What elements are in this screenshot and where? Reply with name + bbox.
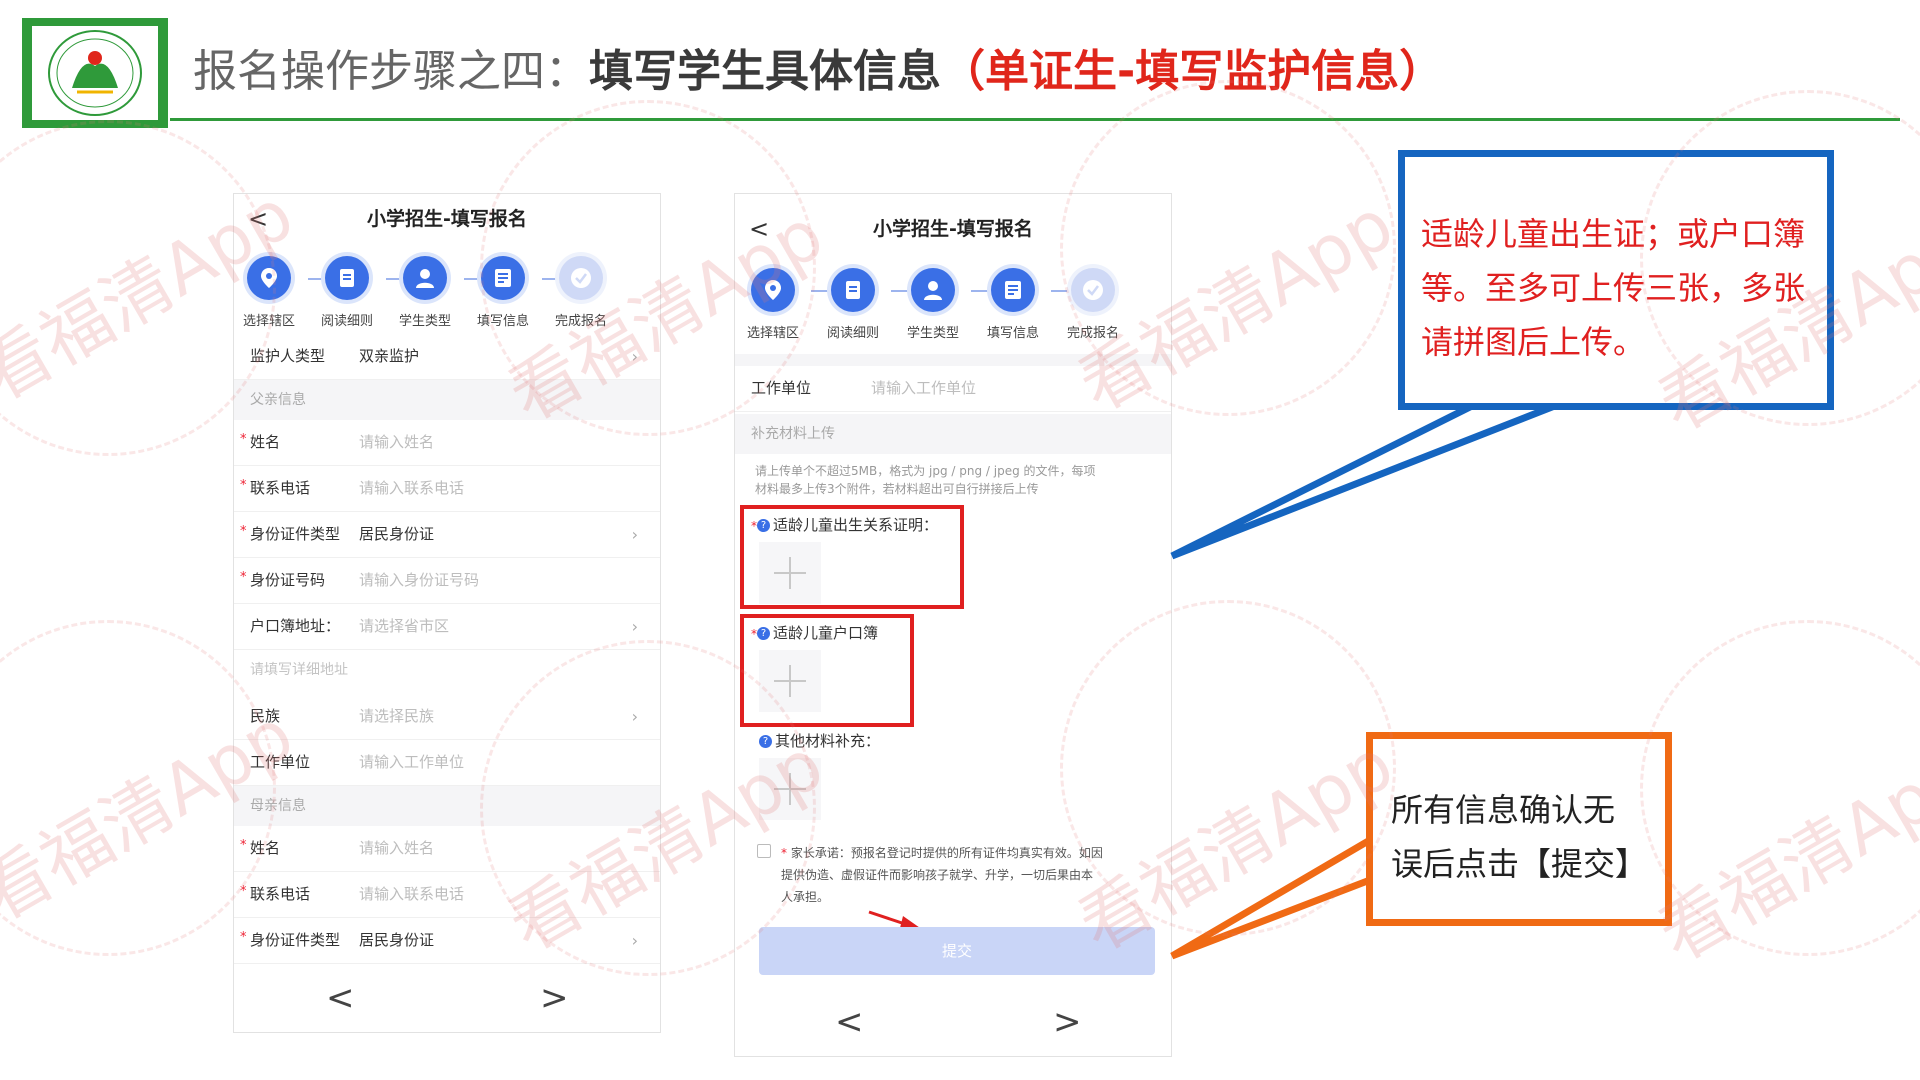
orange-callout: 所有信息确认无 误后点击【提交】 (1366, 732, 1672, 926)
blue-callout-text: 适龄儿童出生证；或户口簿 等。至多可上传三张，多张 请拼图后上传。 (1421, 215, 1806, 361)
blue-callout: 适龄儿童出生证；或户口簿 等。至多可上传三张，多张 请拼图后上传。 (1398, 150, 1834, 410)
orange-callout-text: 所有信息确认无 误后点击【提交】 (1391, 791, 1648, 883)
